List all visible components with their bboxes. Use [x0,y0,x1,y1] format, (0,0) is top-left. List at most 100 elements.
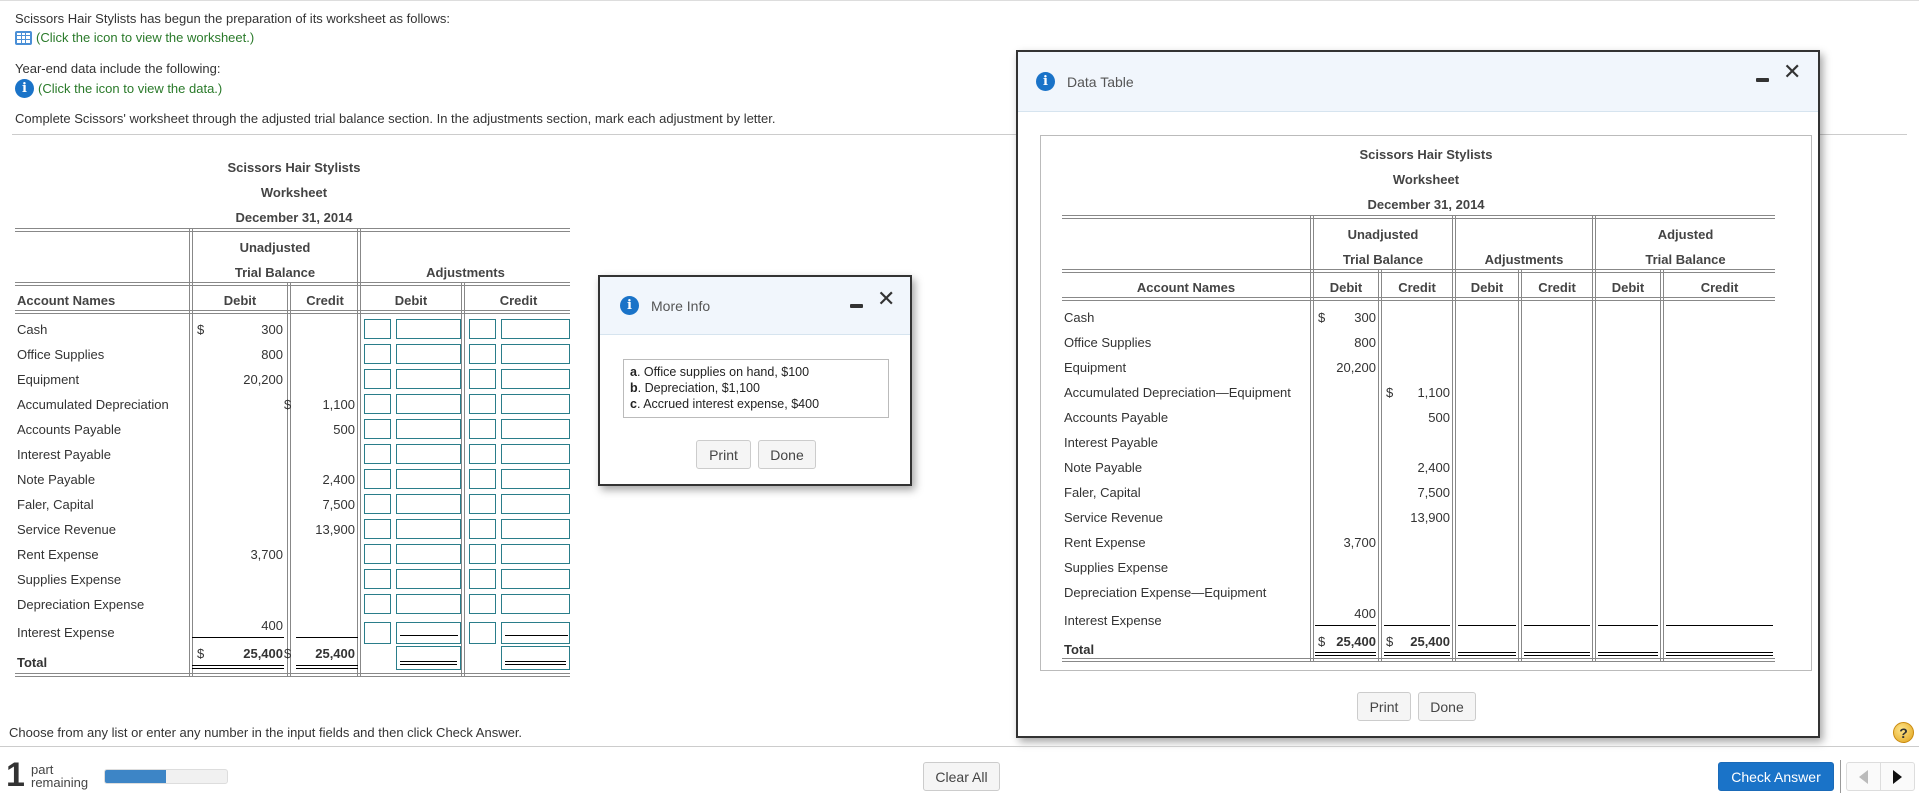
adj-credit-amount-input[interactable] [501,394,570,414]
adj-credit-letter-input[interactable] [469,319,496,339]
adj-credit-letter-input[interactable] [469,469,496,489]
more-info-item: c. Accrued interest expense, $400 [630,397,820,411]
adj-credit-amount-input[interactable] [501,444,570,464]
adj-credit-total-input[interactable] [501,646,570,670]
adj-credit-amount-input[interactable] [501,344,570,364]
column-rule [461,282,465,677]
adj-credit-amount-input[interactable] [501,494,570,514]
close-icon[interactable]: ✕ [877,289,895,311]
account-name: Accumulated Depreciation [17,397,169,412]
adj-credit-amount-input[interactable] [501,319,570,339]
adj-debit-letter-input[interactable] [364,444,391,464]
more-info-item: a. Office supplies on hand, $100 [630,365,810,379]
adj-credit-letter-input[interactable] [469,519,496,539]
adj-debit-letter-input[interactable] [364,519,391,539]
worksheet-grid-icon[interactable] [15,30,32,45]
adj-debit-amount-input[interactable] [396,444,461,464]
dt-account-name: Supplies Expense [1064,560,1169,575]
adj-debit-letter-input[interactable] [364,569,391,589]
credit-value: 2,400 [322,472,355,487]
adj-credit-letter-input[interactable] [469,594,496,614]
check-answer-button[interactable]: Check Answer [1718,762,1834,791]
view-data-text[interactable]: (Click the icon to view the data.) [38,81,222,96]
view-worksheet-link[interactable]: (Click the icon to view the worksheet.) [15,30,254,45]
adj-debit-amount-input[interactable] [396,594,461,614]
adj-credit-amount-input[interactable] [501,519,570,539]
minimize-icon[interactable] [1756,78,1769,82]
total-debit: 25,400 [243,646,283,661]
adj-credit-letter-input[interactable] [469,544,496,564]
adj-credit-amount-input[interactable] [501,469,570,489]
adj-credit-letter-input[interactable] [469,344,496,364]
adj-credit-amount-input[interactable] [501,419,570,439]
adj-debit-letter-input[interactable] [364,394,391,414]
print-button[interactable]: Print [1357,692,1411,721]
adj-debit-letter-input[interactable] [364,544,391,564]
adj-debit-total-input[interactable] [396,646,461,670]
more-info-dialog: i More Info ✕ a. Office supplies on hand… [598,275,912,486]
total-debit-double-rule [192,665,284,669]
adj-debit-amount-input[interactable] [396,544,461,564]
dt-account-name: Depreciation Expense—Equipment [1064,585,1267,600]
adj-credit-letter-input[interactable] [469,444,496,464]
adj-debit-amount-input[interactable] [396,519,461,539]
adj-debit-amount-input[interactable] [396,394,461,414]
dt-account-name: Service Revenue [1064,510,1163,525]
subtotal-rule [1315,625,1376,626]
adj-debit-letter-input[interactable] [364,594,391,614]
next-button[interactable] [1881,763,1914,790]
adj-debit-amount-input[interactable] [396,469,461,489]
adj-debit-amount-input[interactable] [396,494,461,514]
view-data-link[interactable]: i (Click the icon to view the data.) [15,79,222,98]
double-rule [505,661,566,665]
adj-credit-amount-input[interactable] [501,622,570,644]
adj-debit-letter-input[interactable] [364,494,391,514]
triangle-right-icon [1893,769,1902,784]
adj-debit-letter-input[interactable] [364,369,391,389]
adj-debit-amount-input[interactable] [396,369,461,389]
dt-total-label: Total [1064,642,1095,657]
adj-credit-amount-input[interactable] [501,569,570,589]
adj-debit-letter-input[interactable] [364,419,391,439]
adj-credit-letter-input[interactable] [469,569,496,589]
dt-account-name: Accumulated Depreciation—Equipment [1064,385,1291,400]
adj-credit-letter-input[interactable] [469,494,496,514]
parts-label: part remaining [31,763,88,789]
adj-credit-letter-input[interactable] [469,419,496,439]
minimize-icon[interactable] [850,304,863,308]
more-info-item: b. Depreciation, $1,100 [630,381,760,395]
adj-credit-amount-input[interactable] [501,594,570,614]
dt-company: Scissors Hair Stylists [1359,147,1493,162]
subtotal-rule [400,635,458,636]
help-icon[interactable]: ? [1893,722,1914,743]
adj-credit-letter-input[interactable] [469,394,496,414]
done-button[interactable]: Done [1418,692,1476,721]
info-icon: i [620,296,639,315]
adj-debit-amount-input[interactable] [396,419,461,439]
credit-value: 500 [333,422,355,437]
adj-credit-amount-input[interactable] [501,544,570,564]
adj-debit-letter-input[interactable] [364,319,391,339]
info-icon[interactable]: i [15,79,34,98]
adj-debit-letter-input[interactable] [364,469,391,489]
adj-debit-amount-input[interactable] [396,569,461,589]
adj-debit-amount-input[interactable] [396,622,461,644]
col-debit: Debit [223,293,257,308]
row-rule [1062,658,1775,662]
triangle-left-icon [1859,769,1868,784]
clear-all-button[interactable]: Clear All [923,762,1000,791]
view-worksheet-text[interactable]: (Click the icon to view the worksheet.) [36,30,254,45]
done-button[interactable]: Done [758,440,816,469]
print-button[interactable]: Print [696,440,751,469]
adj-debit-amount-input[interactable] [396,344,461,364]
previous-button[interactable] [1847,763,1881,790]
close-icon[interactable]: ✕ [1783,62,1801,84]
adj-credit-letter-input[interactable] [469,369,496,389]
adj-debit-amount-input[interactable] [396,319,461,339]
adj-credit-letter-input[interactable] [469,622,496,644]
adj-credit-amount-input[interactable] [501,369,570,389]
double-rule [400,661,457,665]
dollar-sign: $ [284,397,292,412]
adj-debit-letter-input[interactable] [364,622,391,644]
adj-debit-letter-input[interactable] [364,344,391,364]
